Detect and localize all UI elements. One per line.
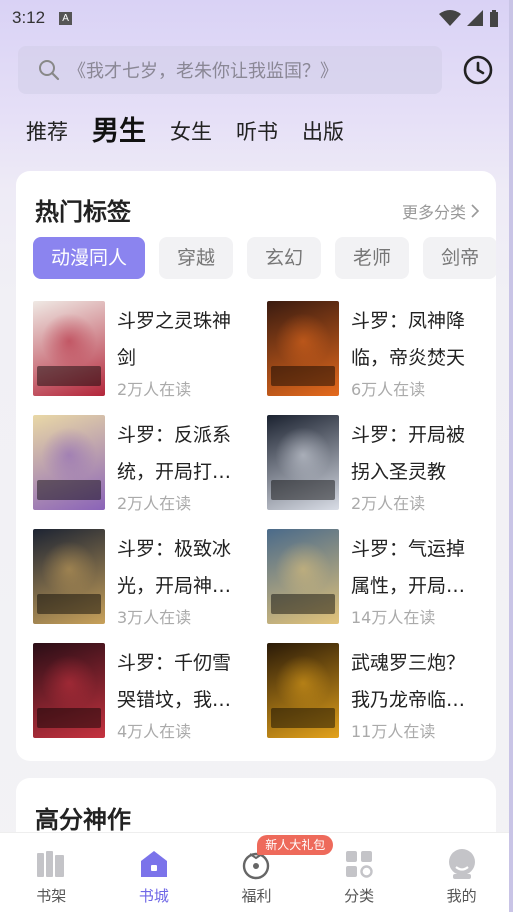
book-cover xyxy=(267,643,339,738)
more-categories-label: 更多分类 xyxy=(401,203,466,222)
nav-profile[interactable]: 我的 xyxy=(410,833,513,912)
nav-label: 书城 xyxy=(138,887,169,905)
tab-audiobook[interactable]: 听书 xyxy=(236,112,278,152)
book-cover xyxy=(33,415,105,510)
nav-label: 书架 xyxy=(36,887,67,905)
bottom-nav: 书架 书城 新人大礼包 福利 分类 我的 xyxy=(0,832,513,912)
book-cover xyxy=(267,415,339,510)
book-item[interactable]: 斗罗：凤神降临，帝炎焚天 6万人在读 xyxy=(267,301,497,401)
nav-label: 分类 xyxy=(344,887,375,905)
tag-chip[interactable]: 玄幻 xyxy=(247,237,322,279)
search-icon xyxy=(39,60,60,81)
book-readers: 14万人在读 xyxy=(351,608,436,627)
book-title: 斗罗：凤神降临，帝炎焚天 xyxy=(351,310,466,369)
chevron-right-icon xyxy=(471,204,480,218)
book-item[interactable]: 斗罗：极致冰光，开局神… 3万人在读 xyxy=(33,529,263,629)
screen-edge xyxy=(509,0,513,912)
history-clock-icon[interactable] xyxy=(462,54,494,86)
more-categories-link[interactable]: 更多分类 xyxy=(402,199,480,223)
book-title: 斗罗：开局被拐入圣灵教 xyxy=(351,424,466,483)
book-title: 斗罗：极致冰光，开局神… xyxy=(117,538,232,597)
bookstore-icon xyxy=(140,851,167,877)
book-title: 斗罗：千仞雪哭错坟，我… xyxy=(117,652,232,711)
book-title: 斗罗：反派系统，开局打… xyxy=(117,424,232,483)
book-readers: 3万人在读 xyxy=(117,608,192,627)
category-icon xyxy=(346,851,373,878)
tab-female[interactable]: 女生 xyxy=(170,112,212,152)
book-cover xyxy=(33,643,105,738)
high-score-title: 高分神作 xyxy=(35,806,131,834)
book-title: 斗罗：气运掉属性，开局… xyxy=(351,538,466,597)
book-readers: 2万人在读 xyxy=(351,494,426,513)
nav-category[interactable]: 分类 xyxy=(308,833,411,912)
search-row: 《我才七岁，老朱你让我监国？》 xyxy=(18,46,496,94)
nav-label: 我的 xyxy=(446,887,477,905)
tab-male[interactable]: 男生 xyxy=(92,112,146,152)
book-item[interactable]: 斗罗：气运掉属性，开局… 14万人在读 xyxy=(267,529,497,629)
status-icons xyxy=(439,9,499,27)
battery-icon xyxy=(490,9,498,27)
book-title: 斗罗之灵珠神剑 xyxy=(117,310,232,369)
nav-label: 福利 xyxy=(241,887,272,905)
hot-tags-title: 热门标签 xyxy=(35,198,131,226)
wifi-icon xyxy=(439,10,461,26)
tag-chip[interactable]: 剑帝 xyxy=(423,237,496,279)
hot-tags-card: 热门标签 更多分类 动漫同人 穿越 玄幻 老师 剑帝 斗罗之灵珠神剑 2万人在读… xyxy=(16,171,496,761)
book-cover xyxy=(33,529,105,624)
search-input[interactable]: 《我才七岁，老朱你让我监国？》 xyxy=(18,46,442,94)
book-readers: 2万人在读 xyxy=(117,380,192,399)
book-item[interactable]: 斗罗之灵珠神剑 2万人在读 xyxy=(33,301,263,401)
tag-chip[interactable]: 老师 xyxy=(335,237,410,279)
search-placeholder: 《我才七岁，老朱你让我监国？》 xyxy=(68,61,338,82)
tab-publish[interactable]: 出版 xyxy=(302,112,344,152)
book-cover xyxy=(267,529,339,624)
book-item[interactable]: 斗罗：开局被拐入圣灵教 2万人在读 xyxy=(267,415,497,515)
book-readers: 11万人在读 xyxy=(351,722,436,741)
book-readers: 6万人在读 xyxy=(351,380,426,399)
bookshelf-icon xyxy=(37,851,65,877)
book-title: 武魂罗三炮？我乃龙帝临… xyxy=(351,652,466,711)
tag-chip[interactable]: 动漫同人 xyxy=(33,237,146,279)
book-readers: 2万人在读 xyxy=(117,494,192,513)
tab-recommend[interactable]: 推荐 xyxy=(26,112,68,152)
book-readers: 4万人在读 xyxy=(117,722,192,741)
signal-icon xyxy=(467,10,483,26)
tag-chip[interactable]: 穿越 xyxy=(159,237,234,279)
channel-tabs: 推荐 男生 女生 听书 出版 xyxy=(26,112,368,152)
nav-welfare[interactable]: 新人大礼包 福利 xyxy=(205,833,334,912)
tag-list: 动漫同人 穿越 玄幻 老师 剑帝 xyxy=(33,237,496,279)
nav-bookstore[interactable]: 书城 xyxy=(103,833,206,912)
book-cover xyxy=(267,301,339,396)
book-item[interactable]: 斗罗：千仞雪哭错坟，我… 4万人在读 xyxy=(33,643,263,743)
book-cover xyxy=(33,301,105,396)
book-item[interactable]: 斗罗：反派系统，开局打… 2万人在读 xyxy=(33,415,263,515)
nav-bookshelf[interactable]: 书架 xyxy=(0,833,103,912)
book-item[interactable]: 武魂罗三炮？我乃龙帝临… 11万人在读 xyxy=(267,643,497,743)
status-bar: 3:12 A xyxy=(0,0,513,36)
status-time: 3:12 xyxy=(12,8,46,27)
profile-icon xyxy=(448,849,475,879)
app-notification-icon: A xyxy=(59,11,73,25)
